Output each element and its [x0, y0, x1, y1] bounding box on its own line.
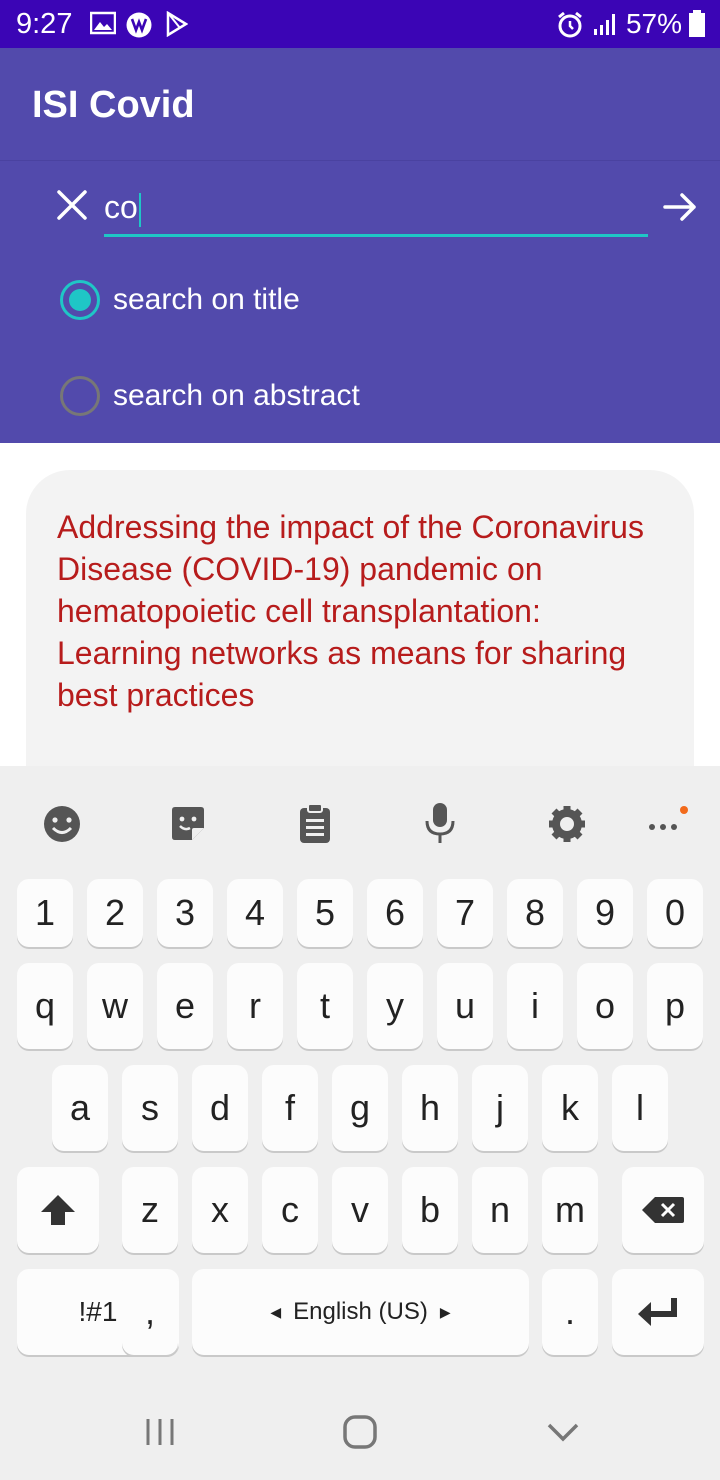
key-s[interactable]: s [122, 1065, 178, 1151]
battery-icon [688, 10, 706, 43]
key-t[interactable]: t [297, 963, 353, 1049]
caret-right-icon: ▶ [439, 1303, 451, 1320]
search-panel: co search on title search on abstract [0, 160, 720, 443]
radio-button-unchecked[interactable] [60, 376, 100, 416]
key-e[interactable]: e [157, 963, 213, 1049]
caret-left-icon: ◀ [270, 1303, 282, 1320]
backspace-icon [642, 1197, 684, 1223]
key-u[interactable]: u [437, 963, 493, 1049]
key-m[interactable]: m [542, 1167, 598, 1253]
radio-search-on-abstract[interactable]: search on abstract [60, 372, 360, 420]
radio-search-on-title[interactable]: search on title [60, 276, 300, 324]
signal-icon [592, 11, 618, 42]
enter-icon [638, 1298, 677, 1326]
emoji-icon[interactable] [38, 800, 86, 848]
key-3[interactable]: 3 [157, 879, 213, 947]
key-p[interactable]: p [647, 963, 703, 1049]
key-r[interactable]: r [227, 963, 283, 1049]
key-d[interactable]: d [192, 1065, 248, 1151]
radio-label-abstract: search on abstract [113, 379, 360, 412]
submit-search-button[interactable] [656, 183, 704, 231]
key-h[interactable]: h [402, 1065, 458, 1151]
key-o[interactable]: o [577, 963, 633, 1049]
key-y[interactable]: y [367, 963, 423, 1049]
key-2[interactable]: 2 [87, 879, 143, 947]
key-1[interactable]: 1 [17, 879, 73, 947]
more-options-icon[interactable] [640, 800, 688, 848]
key-v[interactable]: v [332, 1167, 388, 1253]
backspace-key[interactable] [622, 1167, 704, 1253]
home-icon[interactable] [330, 1406, 390, 1458]
hide-keyboard-icon[interactable] [533, 1406, 593, 1458]
app-notification-icon [124, 11, 154, 44]
key-g[interactable]: g [332, 1065, 388, 1151]
recent-apps-icon[interactable] [130, 1406, 190, 1458]
result-card[interactable]: Addressing the impact of the Coronavirus… [26, 470, 694, 770]
radio-label-title: search on title [113, 283, 300, 316]
clear-search-button[interactable] [50, 183, 94, 227]
key-f[interactable]: f [262, 1065, 318, 1151]
status-time: 9:27 [16, 8, 73, 40]
app-bar: ISI Covid [0, 48, 720, 160]
on-screen-keyboard: 1 2 3 4 5 6 7 8 9 0 q w e r t y u i o p … [0, 766, 720, 1480]
radio-button-checked[interactable] [60, 280, 100, 320]
key-c[interactable]: c [262, 1167, 318, 1253]
space-language-label: English (US) [293, 1298, 428, 1325]
key-n[interactable]: n [472, 1167, 528, 1253]
key-l[interactable]: l [612, 1065, 668, 1151]
key-6[interactable]: 6 [367, 879, 423, 947]
shift-arrow-icon [41, 1195, 75, 1225]
key-5[interactable]: 5 [297, 879, 353, 947]
search-input[interactable]: co [104, 183, 648, 237]
app-title: ISI Covid [32, 84, 195, 126]
key-i[interactable]: i [507, 963, 563, 1049]
key-q[interactable]: q [17, 963, 73, 1049]
result-title: Addressing the impact of the Coronavirus… [57, 509, 644, 713]
space-key[interactable]: ◀ English (US) ▶ [192, 1269, 529, 1355]
shift-key[interactable] [17, 1167, 99, 1253]
settings-gear-icon[interactable] [543, 800, 591, 848]
battery-percentage: 57% [625, 8, 682, 39]
key-0[interactable]: 0 [647, 879, 703, 947]
alarm-icon [556, 11, 584, 44]
arrow-right-icon [663, 193, 696, 221]
sticker-icon[interactable] [164, 800, 212, 848]
period-key[interactable]: . [542, 1269, 598, 1355]
key-w[interactable]: w [87, 963, 143, 1049]
key-z[interactable]: z [122, 1167, 178, 1253]
key-4[interactable]: 4 [227, 879, 283, 947]
key-9[interactable]: 9 [577, 879, 633, 947]
comma-key[interactable]: , [122, 1269, 178, 1355]
search-input-text: co [104, 189, 138, 225]
status-bar: 9:27 57% [0, 0, 720, 48]
enter-key[interactable] [612, 1269, 704, 1355]
key-k[interactable]: k [542, 1065, 598, 1151]
key-x[interactable]: x [192, 1167, 248, 1253]
key-j[interactable]: j [472, 1065, 528, 1151]
key-a[interactable]: a [52, 1065, 108, 1151]
play-store-icon [166, 10, 189, 42]
clipboard-icon[interactable] [291, 800, 339, 848]
close-icon [57, 190, 87, 220]
key-8[interactable]: 8 [507, 879, 563, 947]
text-cursor [138, 192, 141, 227]
microphone-icon[interactable] [416, 800, 464, 848]
gallery-icon [89, 11, 117, 40]
key-b[interactable]: b [402, 1167, 458, 1253]
key-7[interactable]: 7 [437, 879, 493, 947]
